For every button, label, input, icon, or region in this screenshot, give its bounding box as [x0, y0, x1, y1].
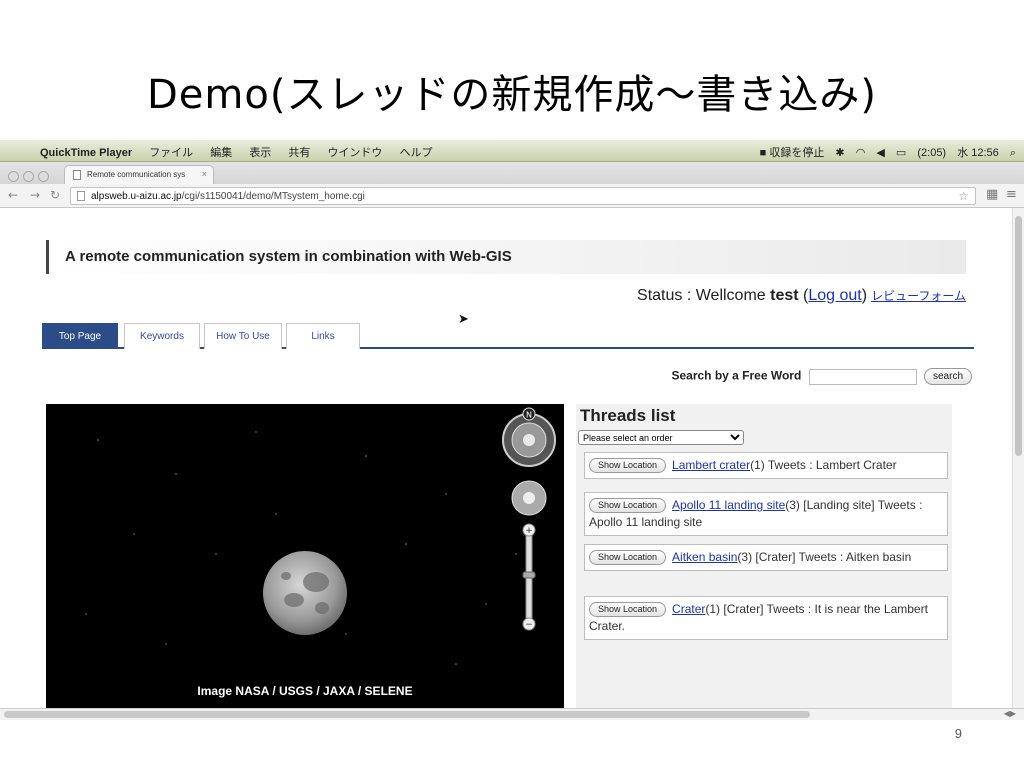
- wifi-icon[interactable]: ◠: [856, 147, 866, 159]
- tab-how-to-use[interactable]: How To Use: [204, 323, 282, 349]
- review-form-link[interactable]: レビューフォーム: [871, 289, 966, 303]
- page-icon: [77, 191, 85, 201]
- mac-menubar: QuickTime Player ファイル 編集 表示 共有 ウインドウ ヘルプ…: [0, 140, 1024, 162]
- login-status: Status : Wellcome test (Log out) レビューフォーム: [637, 287, 966, 305]
- close-window-icon[interactable]: [8, 171, 19, 182]
- thread-item: Show Location Apollo 11 landing site(3) […: [584, 492, 948, 536]
- status-paren-open: (: [798, 287, 809, 304]
- tab-title: Remote communication sys: [87, 170, 186, 179]
- order-select[interactable]: Please select an order: [578, 430, 744, 445]
- search-button[interactable]: search: [923, 368, 972, 385]
- tab-top-page[interactable]: Top Page: [42, 323, 118, 349]
- menu-app-name[interactable]: QuickTime Player: [40, 147, 132, 159]
- menu-file[interactable]: ファイル: [149, 147, 193, 159]
- menu-help[interactable]: ヘルプ: [400, 147, 433, 159]
- menubar-menus: QuickTime Player ファイル 編集 表示 共有 ウインドウ ヘルプ: [40, 144, 447, 160]
- thread-meta: (3) [Crater] Tweets : Aitken basin: [737, 550, 912, 564]
- browser-tab[interactable]: Remote communication sys ×: [64, 165, 214, 184]
- extension-icon[interactable]: ▦: [986, 187, 998, 202]
- address-bar: ← → ↻ alpsweb.u-aizu.ac.jp/cgi/s1150041/…: [0, 184, 1024, 208]
- moon-map[interactable]: N + − Image NASA / USGS / JAXA / SELENE: [46, 404, 564, 708]
- search-input[interactable]: [808, 368, 917, 385]
- page-icon: [73, 170, 81, 180]
- status-paren-close: ): [861, 287, 868, 304]
- browser-tabbar: Remote communication sys ×: [0, 162, 1024, 184]
- show-location-button[interactable]: Show Location: [589, 457, 667, 473]
- tab-keywords[interactable]: Keywords: [124, 323, 200, 349]
- thread-item: Show Location Lambert crater(1) Tweets : …: [584, 452, 948, 479]
- battery-icon[interactable]: ▭: [896, 147, 906, 159]
- clock[interactable]: 水 12:56: [957, 147, 999, 159]
- web-page: A remote communication system in combina…: [0, 208, 1012, 708]
- battery-time: (2:05): [917, 147, 947, 159]
- tab-links[interactable]: Links: [286, 323, 360, 349]
- screen-recording: QuickTime Player ファイル 編集 表示 共有 ウインドウ ヘルプ…: [0, 140, 1024, 720]
- map-credit: Image NASA / USGS / JAXA / SELENE: [197, 684, 413, 698]
- show-location-button[interactable]: Show Location: [589, 497, 667, 513]
- pan-control[interactable]: [511, 480, 547, 516]
- thread-item: Show Location Crater(1) [Crater] Tweets :…: [584, 596, 948, 640]
- back-arrow-icon[interactable]: ←: [8, 188, 18, 202]
- spotlight-icon[interactable]: ⌕: [1010, 147, 1016, 159]
- free-word-search: Search by a Free Word search: [671, 368, 972, 385]
- status-username: test: [770, 287, 799, 304]
- show-location-button[interactable]: Show Location: [589, 601, 667, 617]
- volume-icon[interactable]: ◀: [876, 147, 884, 159]
- forward-arrow-icon[interactable]: →: [30, 188, 40, 202]
- stop-recording-item[interactable]: ■ 収録を停止: [760, 147, 825, 159]
- tab-close-icon[interactable]: ×: [202, 169, 207, 179]
- threads-title: Threads list: [580, 406, 676, 425]
- bluetooth-icon[interactable]: ✱: [835, 147, 844, 159]
- moon-globe[interactable]: [263, 551, 347, 635]
- url-host: alpsweb.u-aizu.ac.jp: [91, 191, 182, 202]
- browser-menu-icon[interactable]: ≡: [1006, 187, 1017, 202]
- menu-edit[interactable]: 編集: [210, 147, 232, 159]
- url-path: /cgi/s1150041/demo/MTsystem_home.cgi: [181, 191, 365, 202]
- menubar-status-area: ■ 収録を停止 ✱ ◠ ◀ ▭ (2:05) 水 12:56 ⌕: [752, 144, 1016, 160]
- thread-link[interactable]: Apollo 11 landing site: [672, 498, 785, 512]
- slide-number: 9: [954, 726, 962, 741]
- menu-window[interactable]: ウインドウ: [327, 147, 382, 159]
- site-banner: A remote communication system in combina…: [46, 240, 966, 274]
- threads-panel: Threads list Please select an order Show…: [576, 404, 952, 708]
- logout-link[interactable]: Log out: [808, 287, 861, 304]
- zoom-slider[interactable]: [522, 523, 536, 631]
- horizontal-scroll-thumb[interactable]: [4, 711, 810, 718]
- horizontal-scrollbar[interactable]: ◀▶: [0, 708, 1024, 720]
- status-prefix: Status : Wellcome: [637, 287, 771, 304]
- main-tabs: Top Page Keywords How To Use Links: [42, 323, 974, 349]
- scroll-arrows-icon[interactable]: ◀▶: [1004, 709, 1016, 718]
- zoom-out-icon[interactable]: −: [525, 620, 533, 630]
- url-input[interactable]: alpsweb.u-aizu.ac.jp/cgi/s1150041/demo/M…: [70, 187, 976, 205]
- thread-link[interactable]: Lambert crater: [672, 458, 750, 472]
- thread-link[interactable]: Aitken basin: [672, 550, 737, 564]
- compass-north-label: N: [526, 411, 532, 420]
- show-location-button[interactable]: Show Location: [589, 549, 667, 565]
- menu-share[interactable]: 共有: [288, 147, 310, 159]
- bookmark-star-icon[interactable]: ☆: [958, 189, 969, 203]
- search-label: Search by a Free Word: [671, 368, 802, 383]
- menu-view[interactable]: 表示: [249, 147, 271, 159]
- reload-icon[interactable]: ↻: [50, 188, 60, 202]
- zoom-window-icon[interactable]: [38, 171, 49, 182]
- map-canvas: N + −: [85, 407, 556, 665]
- thread-meta: (1) Tweets : Lambert Crater: [750, 458, 897, 472]
- vertical-scroll-thumb[interactable]: [1015, 216, 1022, 456]
- vertical-scrollbar[interactable]: [1012, 208, 1024, 708]
- thread-item: Show Location Aitken basin(3) [Crater] Tw…: [584, 544, 948, 571]
- zoom-in-icon[interactable]: +: [525, 526, 533, 536]
- thread-link[interactable]: Crater: [672, 602, 705, 616]
- minimize-window-icon[interactable]: [23, 171, 34, 182]
- slide-title: Demo(スレッドの新規作成～書き込み): [146, 72, 878, 118]
